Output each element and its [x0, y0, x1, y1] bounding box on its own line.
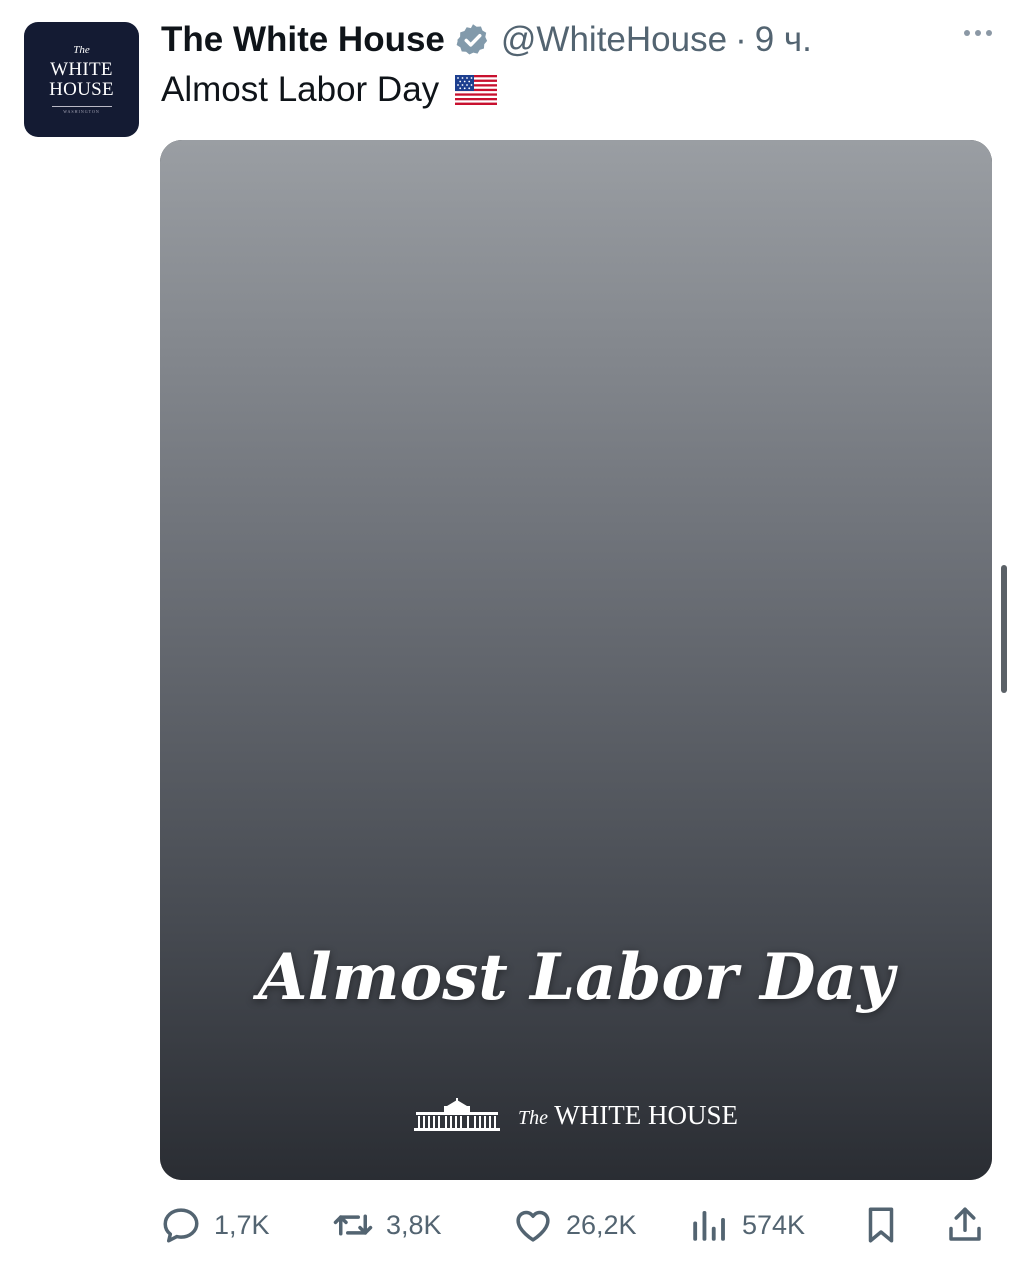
tweet-media[interactable]: Almost Labor Day The WHITE HOUSE	[160, 140, 992, 1180]
tweet-actions: 1,7K 3,8K 26,2K 574K	[160, 1200, 992, 1250]
photo-placeholder	[160, 140, 992, 1180]
retweet-icon	[333, 1214, 373, 1236]
avatar-the-text: The	[73, 43, 90, 56]
retweet-count: 3,8K	[386, 1209, 442, 1240]
tweet-timestamp[interactable]: 9 ч.	[755, 20, 812, 60]
reply-button[interactable]: 1,7K	[160, 1200, 270, 1250]
white-house-logo-text: The WHITE HOUSE	[518, 1100, 738, 1131]
avatar-washington-text: WASHINGTON	[63, 109, 100, 115]
avatar-white-text: WHITE	[50, 59, 113, 81]
scrollbar[interactable]	[1001, 565, 1007, 693]
more-icon[interactable]	[964, 30, 992, 36]
logo-the: The	[518, 1106, 548, 1129]
views-icon	[693, 1211, 725, 1241]
tweet-text-content: Almost Labor Day	[161, 70, 440, 109]
retweet-button[interactable]: 3,8K	[332, 1200, 442, 1250]
like-icon	[516, 1210, 550, 1242]
views-count: 574K	[742, 1209, 806, 1240]
like-button[interactable]: 26,2K	[512, 1200, 637, 1250]
share-button[interactable]	[944, 1200, 986, 1250]
avatar-house-text: HOUSE	[49, 79, 114, 101]
white-house-watermark: The WHITE HOUSE	[160, 1098, 992, 1132]
tweet-header: The White House @WhiteHouse · 9 ч.	[161, 18, 992, 62]
media-caption: Almost Labor Day	[257, 940, 895, 1015]
reply-count: 1,7K	[214, 1209, 270, 1240]
author-name[interactable]: The White House	[161, 20, 445, 60]
author-handle[interactable]: @WhiteHouse	[501, 20, 727, 60]
avatar-divider	[51, 106, 112, 108]
bookmark-icon	[868, 1207, 894, 1243]
header-separator: ·	[735, 20, 747, 59]
us-flag-icon	[455, 75, 498, 105]
bookmark-button[interactable]	[860, 1200, 902, 1250]
views-button[interactable]: 574K	[688, 1200, 805, 1250]
tweet-text: Almost Labor Day	[161, 70, 498, 110]
reply-icon	[163, 1208, 199, 1243]
white-house-building-icon	[414, 1098, 500, 1131]
logo-white-house: WHITE HOUSE	[554, 1099, 738, 1130]
like-count: 26,2K	[566, 1209, 637, 1240]
profile-avatar[interactable]: The WHITE HOUSE WASHINGTON	[24, 22, 139, 137]
share-icon	[949, 1207, 981, 1241]
verified-badge-icon	[456, 24, 488, 55]
